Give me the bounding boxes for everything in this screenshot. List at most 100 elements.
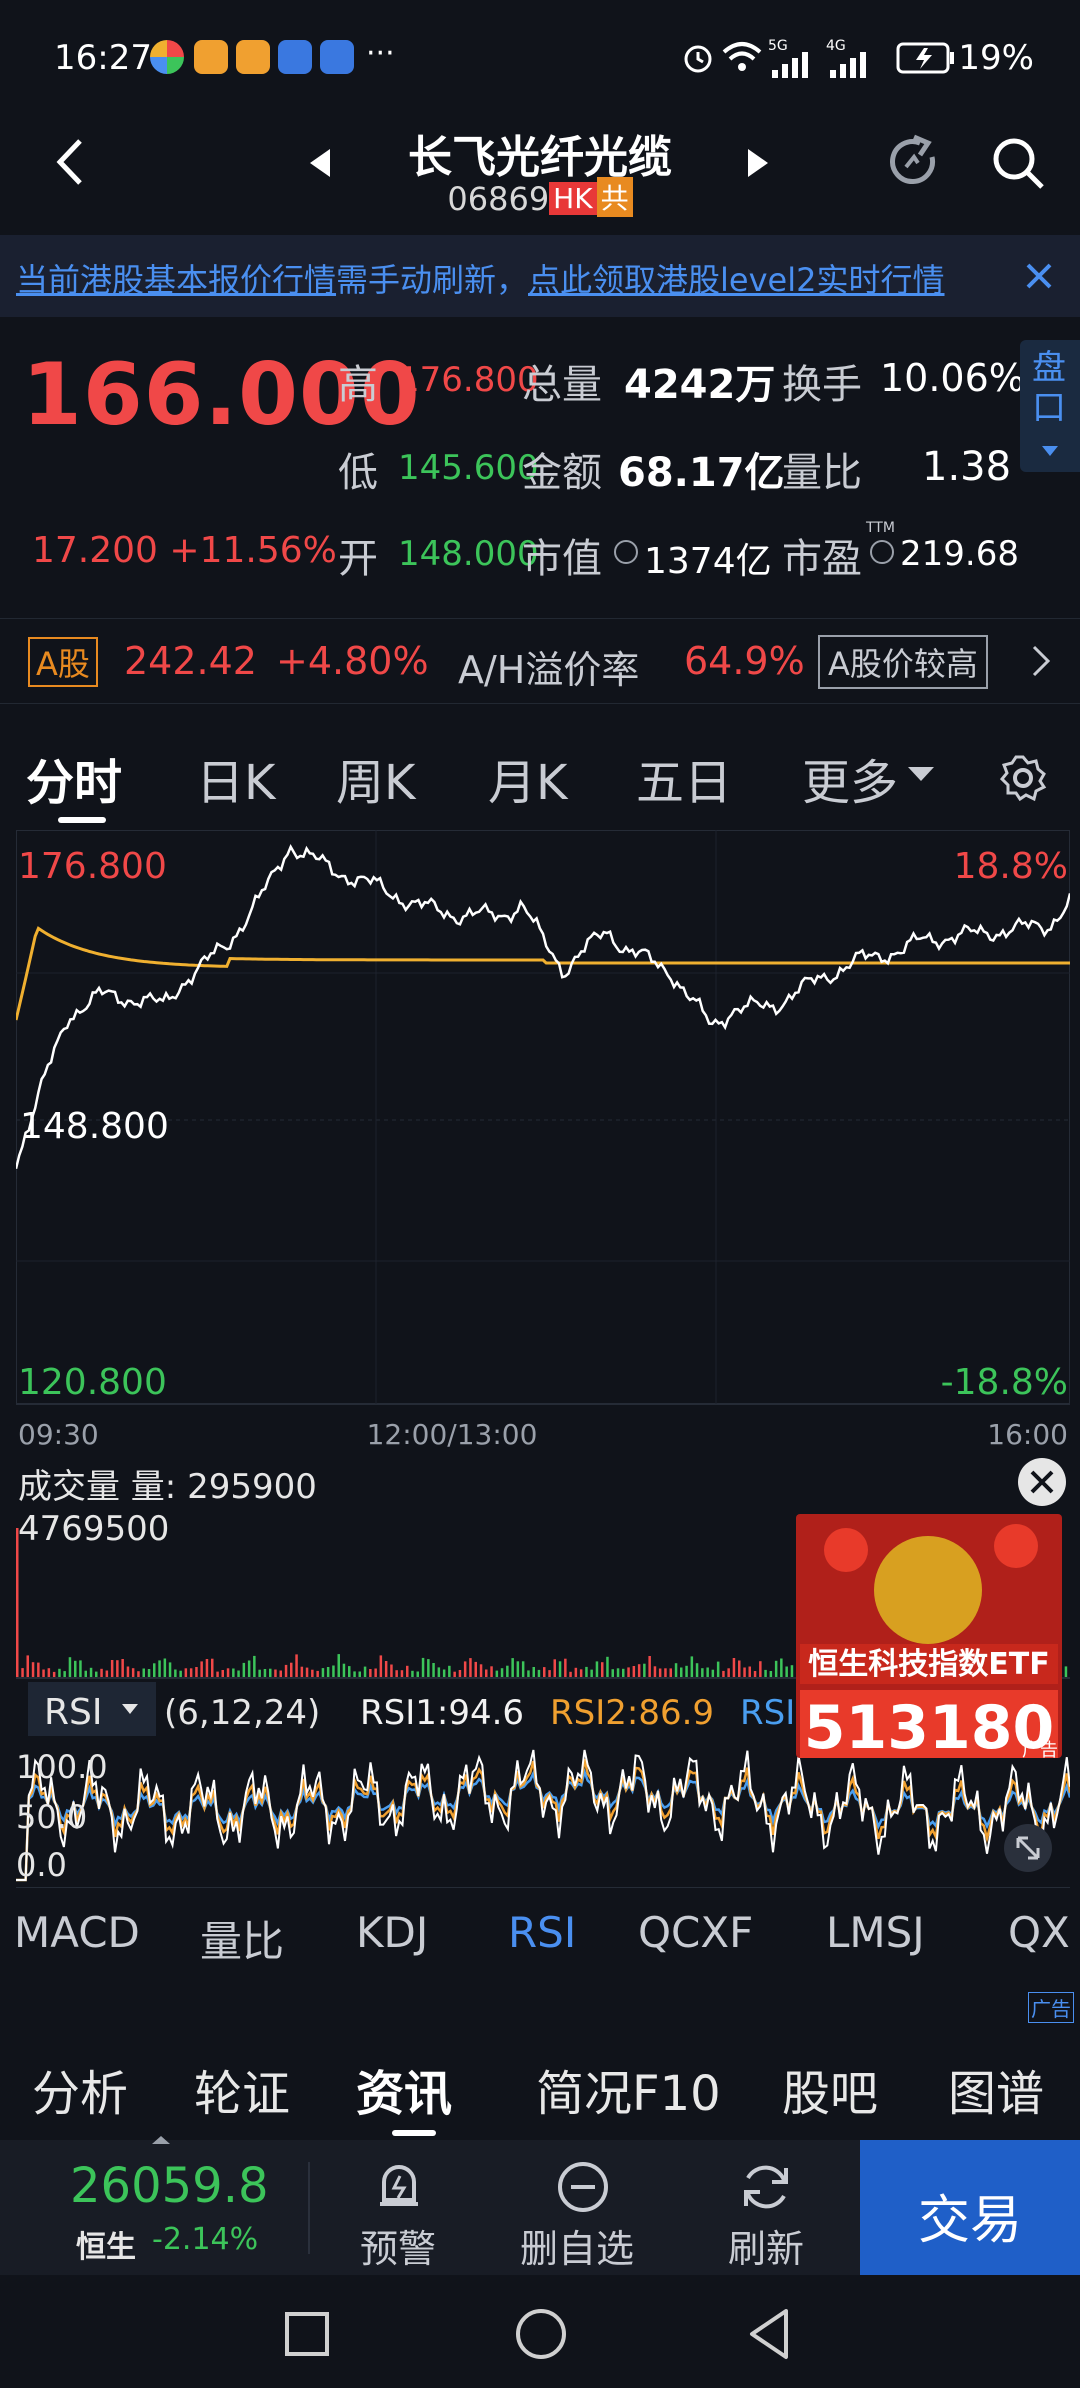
next-stock-icon[interactable] xyxy=(744,147,772,179)
volume-bar xyxy=(100,1668,103,1678)
tab-kdj[interactable]: KDJ xyxy=(356,1908,428,1957)
refresh-quote-icon[interactable] xyxy=(884,133,942,191)
tab-more[interactable]: 更多 xyxy=(802,743,898,813)
low-label: 低 xyxy=(338,450,378,496)
volume-bar xyxy=(200,1661,203,1678)
volume-bar xyxy=(722,1670,725,1678)
notice-text[interactable]: 当前港股基本报价行情需手动刷新，点此领取港股level2实时行情 xyxy=(16,255,945,301)
more-notifications-icon: ··· xyxy=(366,36,395,71)
volume-label: 总量 xyxy=(522,362,602,408)
volume-bar xyxy=(110,1660,114,1678)
search-icon[interactable] xyxy=(990,135,1046,191)
volume-bar xyxy=(490,1666,493,1678)
volume-bar xyxy=(495,1670,499,1678)
tab-qx[interactable]: QX xyxy=(1008,1908,1070,1957)
amount-label: 金额 xyxy=(522,450,602,496)
close-icon[interactable] xyxy=(1024,261,1054,291)
lantern-image xyxy=(994,1524,1038,1568)
settings-icon[interactable] xyxy=(998,753,1048,803)
volume-bar xyxy=(153,1663,156,1678)
indicator-tabs: MACD 量比 KDJ RSI QCXF LMSJ QX xyxy=(0,1898,1080,1978)
volume-bar xyxy=(411,1670,414,1678)
tab-rsi[interactable]: RSI xyxy=(508,1908,576,1957)
tab-qcxf[interactable]: QCXF xyxy=(638,1908,753,1957)
back-icon[interactable] xyxy=(746,2307,792,2361)
divider xyxy=(308,2162,310,2254)
volume-bar xyxy=(242,1662,246,1678)
remove-watchlist-icon[interactable] xyxy=(556,2160,610,2214)
volume-bar xyxy=(616,1668,620,1678)
alert-bell-icon[interactable] xyxy=(374,2160,424,2212)
volume-bar xyxy=(316,1670,319,1678)
info-icon[interactable] xyxy=(870,540,894,564)
volume-bar xyxy=(1064,1666,1068,1678)
trade-button[interactable]: 交易 xyxy=(860,2140,1080,2275)
market-cap-value: 1374亿 xyxy=(644,541,772,582)
volume-bar xyxy=(648,1656,651,1678)
volume-bar xyxy=(305,1667,309,1678)
volume-bar xyxy=(363,1666,367,1678)
volume-bar xyxy=(163,1658,167,1678)
volume-bar xyxy=(290,1662,293,1678)
high-value: 176.800 xyxy=(398,360,539,400)
volume-bar xyxy=(753,1671,757,1678)
tab-macd[interactable]: MACD xyxy=(14,1908,140,1957)
volume-bar xyxy=(553,1659,556,1678)
tab-forum[interactable]: 股吧 xyxy=(782,2054,878,2124)
alert-label[interactable]: 预警 xyxy=(360,2218,436,2273)
home-icon[interactable] xyxy=(514,2307,568,2361)
tab-weekly-k[interactable]: 周K xyxy=(336,743,415,813)
volume-bar xyxy=(253,1655,256,1678)
hsi-index-value[interactable]: 26059.8 xyxy=(70,2158,269,2214)
refresh-icon[interactable] xyxy=(738,2160,794,2214)
volume-bar xyxy=(369,1669,372,1678)
pe-value: 219.68 xyxy=(900,534,1019,574)
volume-bar xyxy=(469,1658,472,1678)
level2-notice-banner[interactable]: 当前港股基本报价行情需手动刷新，点此领取港股level2实时行情 xyxy=(0,235,1080,317)
a-share-row[interactable]: A股 242.42 +4.80% A/H溢价率 64.9% A股价较高 xyxy=(0,618,1080,704)
tab-graph[interactable]: 图谱 xyxy=(948,2054,1044,2124)
rsi-axis-100: 100.0 xyxy=(16,1748,108,1786)
volume-bar xyxy=(622,1668,625,1678)
market-tag: HK xyxy=(549,182,597,215)
tab-daily-k[interactable]: 日K xyxy=(196,743,275,813)
volume-bar xyxy=(711,1669,715,1678)
turnover-label: 换手 xyxy=(782,362,862,408)
tab-analysis[interactable]: 分析 xyxy=(32,2054,128,2124)
volume-bar xyxy=(474,1661,477,1678)
tab-five-day[interactable]: 五日 xyxy=(636,743,732,813)
order-book-button[interactable]: 盘口 xyxy=(1020,340,1080,472)
rsi2-value: RSI2:86.9 xyxy=(550,1693,714,1733)
volume-bar xyxy=(131,1668,135,1678)
tab-profile-f10[interactable]: 简况F10 xyxy=(536,2054,721,2124)
volume-bar xyxy=(658,1668,662,1678)
tab-warrants[interactable]: 轮证 xyxy=(194,2054,290,2124)
ad-label: 广告 xyxy=(1022,1740,1058,1761)
volume-bar xyxy=(137,1671,140,1678)
tab-intraday[interactable]: 分时 xyxy=(26,743,122,813)
tab-volume-ratio[interactable]: 量比 xyxy=(200,1908,284,1969)
tab-news[interactable]: 资讯 xyxy=(356,2054,452,2124)
volume-bar xyxy=(395,1670,398,1678)
ad-strip[interactable]: 广告 xyxy=(0,1990,1080,2030)
price-change: 17.200 +11.56% xyxy=(32,530,337,571)
volume-bar xyxy=(463,1661,467,1678)
info-icon[interactable] xyxy=(614,540,638,564)
tab-lmsj[interactable]: LMSJ xyxy=(826,1908,925,1957)
volume-bar xyxy=(427,1659,430,1678)
refresh-label[interactable]: 刷新 xyxy=(728,2218,804,2273)
volume-bar xyxy=(295,1654,298,1678)
remove-watchlist-label[interactable]: 删自选 xyxy=(520,2218,634,2273)
y-axis-bottom-label: 120.800 xyxy=(18,1362,167,1403)
chart-period-tabs: 分时 日K 周K 月K 五日 更多 xyxy=(0,735,1080,831)
turnover-value: 10.06% xyxy=(880,356,1025,400)
volume-bar xyxy=(637,1664,641,1678)
intraday-chart[interactable]: 176.800 148.800 120.800 18.8% -18.8% 09:… xyxy=(16,830,1070,1888)
volume-bar xyxy=(158,1660,161,1678)
tab-monthly-k[interactable]: 月K xyxy=(488,743,567,813)
volume-bar xyxy=(780,1658,783,1678)
recent-apps-icon[interactable] xyxy=(284,2311,330,2357)
pe-label: 市盈 xyxy=(782,536,862,582)
volume-bar xyxy=(685,1665,688,1678)
volume-bar xyxy=(669,1668,672,1678)
